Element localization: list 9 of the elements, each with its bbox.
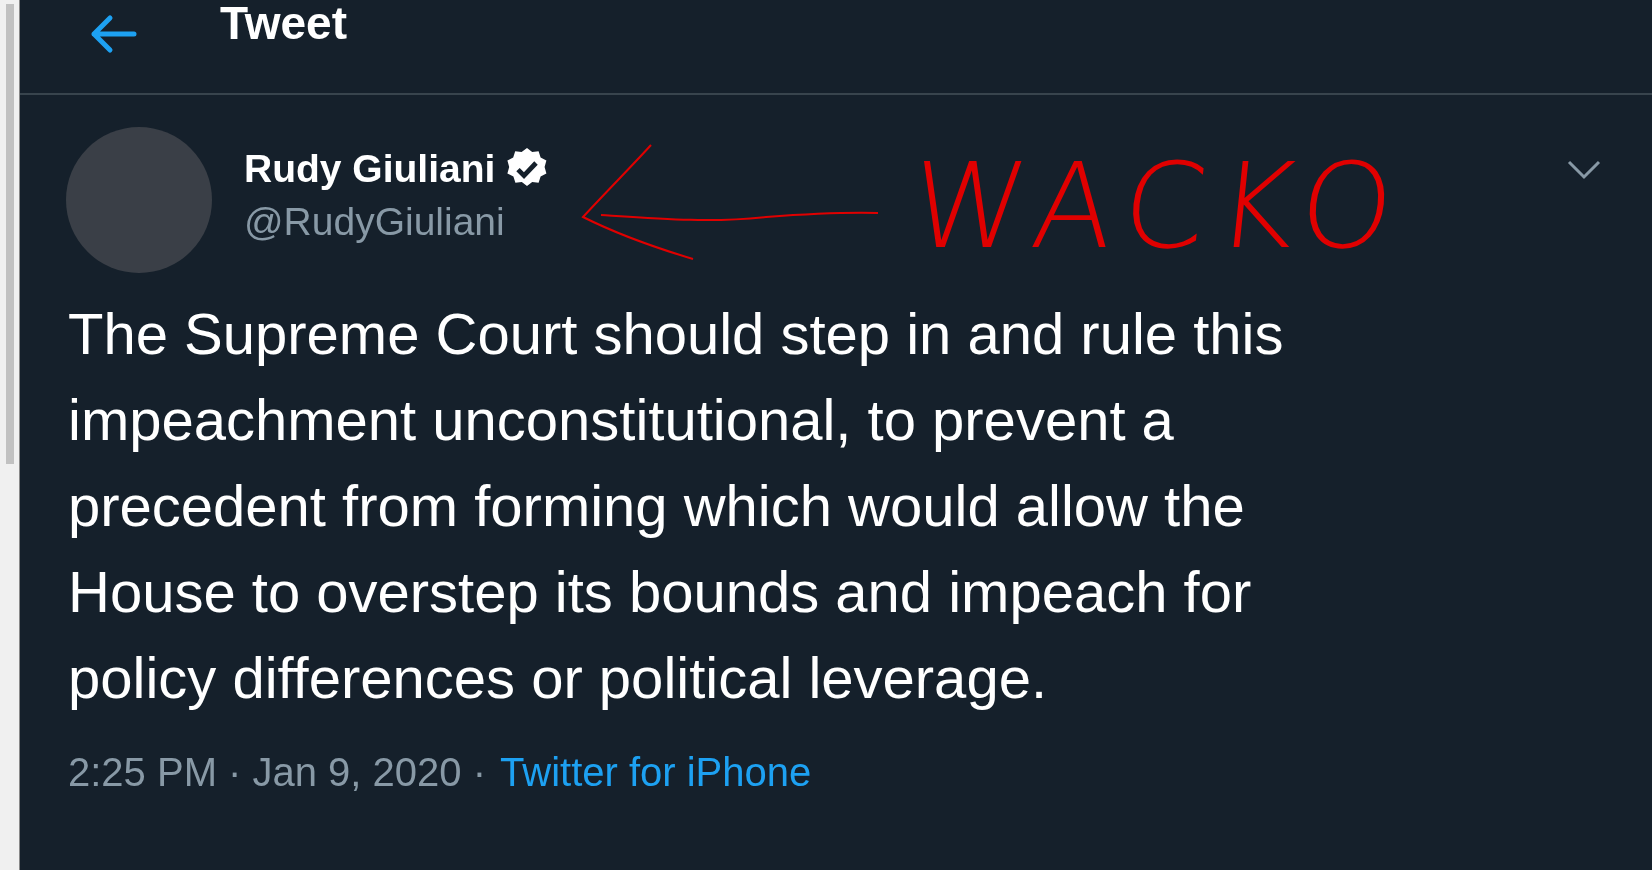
annotation-text: WACKO bbox=[905, 147, 1412, 265]
timestamp: 2:25 PM · Jan 9, 2020 · bbox=[68, 749, 486, 796]
author-name[interactable]: Rudy Giuliani bbox=[244, 145, 496, 194]
source-link[interactable]: Twitter for iPhone bbox=[500, 747, 812, 797]
tweet-text: The Supreme Court should step in and rule this impeachment unconstitutional, to prevent a precedent from forming which would allow the House to overstep its bounds and impeach for policy differences or political leverage. bbox=[68, 300, 1285, 712]
page-title: Tweet bbox=[220, 0, 347, 46]
chevron-down-icon[interactable] bbox=[1566, 159, 1602, 181]
author-handle: @RudyGiuliani bbox=[244, 198, 506, 245]
scrollbar[interactable] bbox=[0, 0, 20, 870]
